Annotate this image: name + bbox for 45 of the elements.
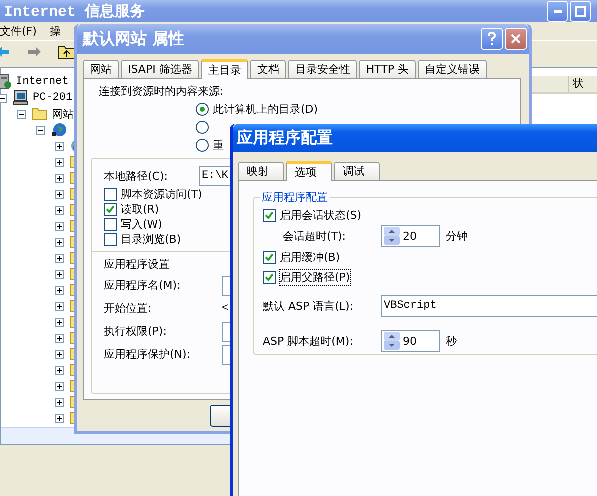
field-label: 开始位置: (104, 301, 153, 316)
unit-label: 秒 (446, 334, 457, 348)
field-label: 会话超时(T): (283, 228, 348, 244)
spin-field[interactable]: 90 (381, 330, 440, 352)
tab[interactable]: 文档 (250, 60, 286, 78)
column-header[interactable]: 状 (569, 76, 584, 92)
tree-item[interactable]: 网站 (52, 106, 74, 122)
dialog-title: 默认网站 属性 (83, 28, 186, 50)
checkbox-label[interactable]: 写入(W) (121, 217, 162, 232)
tab[interactable]: 映射 (238, 162, 284, 180)
checkbox-label[interactable]: 启用缓冲(B) (280, 250, 340, 264)
tab[interactable]: 选项 (286, 161, 332, 181)
tab[interactable]: ISAPI 筛选器 (121, 60, 200, 78)
checkbox-label[interactable]: 读取(R) (121, 202, 160, 217)
field-value: < (222, 302, 229, 314)
radio-label[interactable]: 重 (213, 138, 224, 152)
checkbox-label[interactable]: 脚本资源访问(T) (121, 187, 202, 202)
group-title: 应用程序配置 (261, 190, 329, 205)
tab[interactable]: 目录安全性 (288, 60, 358, 78)
checkbox-label[interactable]: 启用会话状态(S) (280, 208, 362, 222)
dialog-title: 应用程序配置 (237, 128, 334, 148)
section-label: 应用程序设置 (104, 256, 170, 272)
tab[interactable]: 调试 (334, 162, 380, 180)
unit-label: 分钟 (446, 228, 468, 244)
text-field[interactable]: VBScript (381, 295, 597, 317)
tab[interactable]: 主目录 (201, 59, 248, 79)
tree-item[interactable]: PC-201 (33, 92, 73, 104)
window-title: Internet 信息服务 (4, 2, 146, 20)
tab[interactable]: 自定义错误 (418, 60, 487, 78)
field-label: 本地路径(C): (104, 168, 169, 184)
checkbox-label[interactable]: 启用父路径(P) (280, 270, 350, 284)
tree-item[interactable]: Internet (16, 76, 69, 88)
checkbox-label[interactable]: 目录浏览(B) (121, 232, 182, 247)
menu-item[interactable]: 文件(F) (0, 24, 37, 38)
field-label: 执行权限(P): (104, 324, 168, 339)
section-label: 连接到资源时的内容来源: (99, 84, 224, 98)
spin-field[interactable]: 20 (381, 225, 440, 247)
tab[interactable]: HTTP 头 (359, 60, 416, 78)
field-label: 默认 ASP 语言(L): (263, 298, 355, 314)
field-label: ASP 脚本超时(M): (263, 334, 354, 348)
field-label: 应用程序名(M): (104, 278, 182, 293)
tab[interactable]: 网站 (83, 60, 119, 78)
radio-label[interactable]: 此计算机上的目录(D) (213, 102, 318, 116)
menu-item[interactable]: 操 (50, 24, 61, 38)
field-label: 应用程序保护(N): (104, 347, 192, 362)
